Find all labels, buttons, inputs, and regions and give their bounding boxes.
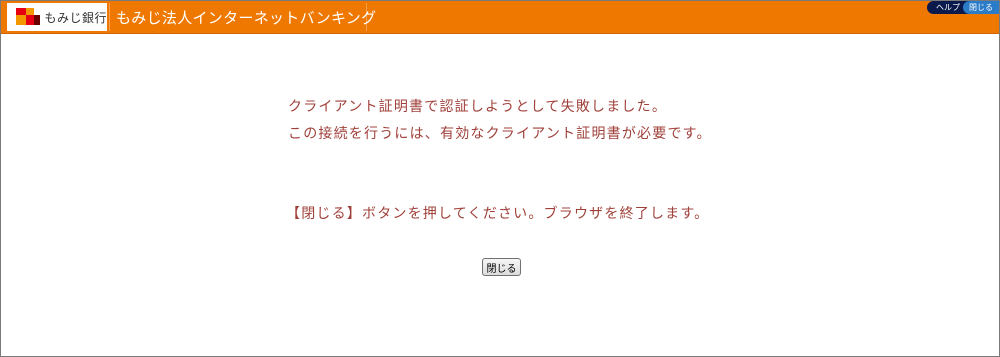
page-frame: もみじ銀行 もみじ法人インターネットバンキング ヘルプ 閉じる クライアント証明… xyxy=(0,0,1000,357)
close-top-button[interactable]: 閉じる xyxy=(963,1,999,14)
close-button[interactable]: 閉じる xyxy=(482,258,521,276)
momiji-logo-icon xyxy=(16,8,40,26)
page-title: もみじ法人インターネットバンキング xyxy=(116,8,377,27)
bank-name: もみじ銀行 xyxy=(44,10,107,25)
header-title-box: もみじ法人インターネットバンキング xyxy=(109,3,376,31)
error-message-line2: この接続を行うには、有効なクライアント証明書が必要です。 xyxy=(288,126,712,142)
bank-logo: もみじ銀行 xyxy=(7,3,107,31)
header-bar: もみじ銀行 もみじ法人インターネットバンキング ヘルプ 閉じる xyxy=(1,1,999,34)
error-message-line1: クライアント証明書で認証しようとして失敗しました。 xyxy=(288,99,668,115)
instruction-message: 【閉じる】ボタンを押してください。ブラウザを終了します。 xyxy=(286,206,710,222)
top-right-buttons: ヘルプ 閉じる xyxy=(927,1,999,14)
